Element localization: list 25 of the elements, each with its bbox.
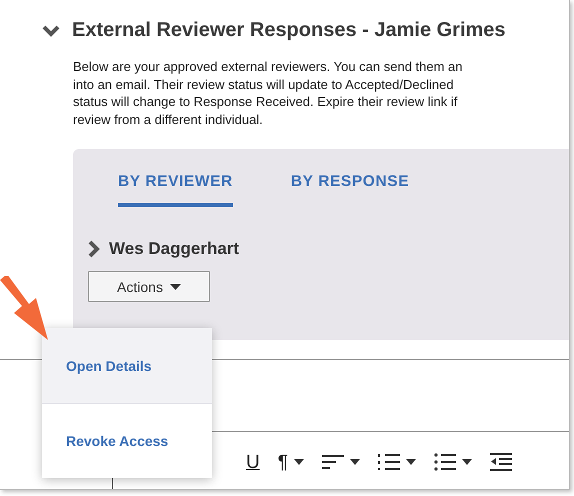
reviewer-name: Wes Daggerhart	[109, 239, 240, 259]
description-text: status will change to Response Received. Expire their review link if	[73, 93, 458, 110]
actions-button[interactable]: Actions	[88, 271, 210, 302]
caret-icon[interactable]	[462, 459, 472, 465]
description-text: review from a different individual.	[73, 110, 264, 128]
caret-icon	[170, 284, 181, 290]
menu-item[interactable]: Revoke Access	[42, 403, 212, 478]
chevron-icon[interactable]	[88, 240, 100, 258]
tab[interactable]: BY REVIEWER	[118, 173, 233, 207]
caret-icon[interactable]	[350, 459, 360, 465]
format-button[interactable]: U	[246, 452, 260, 472]
menu-item[interactable]: Open Details	[42, 328, 212, 403]
chevron-icon[interactable]	[42, 24, 60, 36]
numbered-list-icon[interactable]	[378, 453, 400, 471]
description-text: into an email. Their review status will update to Accepted/Declined	[73, 76, 455, 93]
format-button[interactable]: ¶	[278, 452, 288, 472]
outdent-icon[interactable]	[490, 453, 512, 471]
description-text: Below are your approved external reviewers. You can send them an	[73, 58, 464, 76]
caret-icon[interactable]	[406, 459, 416, 465]
align-left-icon[interactable]	[322, 454, 344, 470]
tab[interactable]: BY RESPONSE	[290, 173, 410, 207]
caret-icon[interactable]	[294, 459, 304, 465]
pointer-arrow	[0, 276, 50, 342]
bulleted-list-icon[interactable]	[434, 453, 456, 471]
section-title: External Reviewer Responses - Jamie Grimes	[72, 19, 506, 42]
